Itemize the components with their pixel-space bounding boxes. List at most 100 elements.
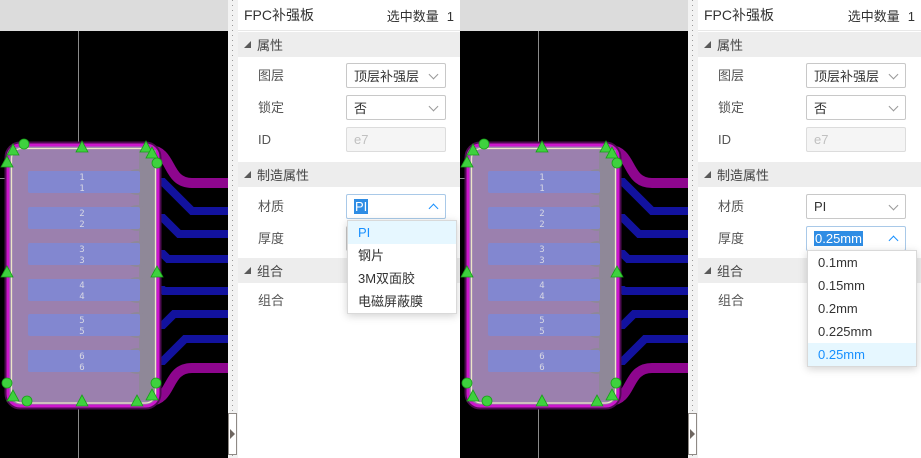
thickness-select[interactable]: 0.25mm bbox=[806, 226, 906, 251]
blue-signal-trace bbox=[616, 290, 688, 291]
pad-number-label: 2 bbox=[539, 209, 544, 219]
selected-count: 选中数量1 bbox=[387, 6, 454, 25]
selection-handle-circle[interactable] bbox=[462, 378, 472, 388]
properties-panel-right: FPC补强板 选中数量1 属性 图层 顶层补强层 锁定 否 ID e7 制造属性… bbox=[698, 0, 921, 458]
selection-handle-circle[interactable] bbox=[611, 378, 621, 388]
pcb-drawing: 112233445566 bbox=[460, 0, 688, 458]
id-input: e7 bbox=[806, 127, 906, 152]
chevron-down-icon bbox=[889, 69, 899, 79]
pad-number-label: 3 bbox=[79, 245, 84, 255]
thickness-label: 厚度 bbox=[258, 226, 284, 251]
selection-handle-circle[interactable] bbox=[22, 396, 32, 406]
blue-signal-trace bbox=[156, 254, 228, 259]
section-properties[interactable]: 属性 bbox=[698, 32, 921, 57]
panel-resize-gutter-left[interactable] bbox=[228, 0, 238, 458]
blue-signal-trace bbox=[156, 218, 228, 234]
material-select[interactable]: PI bbox=[806, 194, 906, 219]
layer-label: 图层 bbox=[718, 63, 744, 88]
pcb-canvas-left[interactable]: 112233445566 bbox=[0, 0, 228, 458]
pad-number-label: 5 bbox=[539, 316, 544, 326]
selection-handle-circle[interactable] bbox=[19, 139, 29, 149]
pad-net-label: 4 bbox=[79, 292, 84, 302]
pad-net-label: 5 bbox=[539, 327, 544, 337]
pad-net-label: 2 bbox=[79, 220, 84, 230]
pad-net-label: 6 bbox=[539, 363, 544, 373]
pad-net-label: 5 bbox=[79, 327, 84, 337]
lock-select[interactable]: 否 bbox=[806, 95, 906, 120]
material-label: 材质 bbox=[718, 194, 744, 219]
chevron-up-icon bbox=[429, 203, 439, 213]
id-input: e7 bbox=[346, 127, 446, 152]
pad-number-label: 4 bbox=[539, 281, 544, 291]
section-manufacture[interactable]: 制造属性 bbox=[698, 162, 921, 187]
panel-collapse-grip[interactable] bbox=[228, 413, 237, 455]
chevron-down-icon bbox=[889, 101, 899, 111]
lock-label: 锁定 bbox=[718, 95, 744, 120]
group-label: 组合 bbox=[718, 288, 744, 313]
layer-select[interactable]: 顶层补强层 bbox=[806, 63, 906, 88]
blue-signal-trace bbox=[156, 339, 228, 361]
selection-handle-circle[interactable] bbox=[479, 139, 489, 149]
chevron-up-icon bbox=[889, 235, 899, 245]
section-properties[interactable]: 属性 bbox=[238, 32, 460, 57]
pcb-drawing: 112233445566 bbox=[0, 0, 228, 458]
layer-select[interactable]: 顶层补强层 bbox=[346, 63, 446, 88]
canvas-toolbar-strip bbox=[0, 0, 228, 31]
pcb-canvas-right[interactable]: 112233445566 bbox=[460, 0, 688, 458]
dropdown-option[interactable]: 0.1mm bbox=[808, 251, 916, 274]
collapse-arrow-icon bbox=[230, 429, 235, 439]
selection-handle-circle[interactable] bbox=[152, 158, 162, 168]
panel-title: FPC补强板 bbox=[704, 5, 774, 25]
selection-handle-circle[interactable] bbox=[2, 378, 12, 388]
blue-signal-trace bbox=[156, 314, 228, 325]
thickness-dropdown: 0.1mm 0.15mm 0.2mm 0.225mm 0.25mm bbox=[807, 250, 917, 367]
selected-count: 选中数量1 bbox=[848, 6, 915, 25]
collapse-arrow-icon bbox=[690, 429, 695, 439]
pad-number-label: 4 bbox=[79, 281, 84, 291]
material-dropdown: PI 钢片 3M双面胶 电磁屏蔽膜 bbox=[347, 220, 457, 314]
chevron-down-icon bbox=[889, 200, 899, 210]
id-label: ID bbox=[718, 127, 731, 152]
panel-collapse-grip[interactable] bbox=[688, 413, 697, 455]
canvas-toolbar-strip bbox=[460, 0, 688, 31]
panel-header: FPC补强板 选中数量1 bbox=[698, 0, 921, 31]
gutter-dotted-line bbox=[692, 0, 693, 458]
pad-number-label: 6 bbox=[79, 352, 84, 362]
collapse-triangle-icon bbox=[244, 267, 251, 274]
dropdown-option[interactable]: 0.15mm bbox=[808, 274, 916, 297]
collapse-triangle-icon bbox=[244, 41, 251, 48]
selection-handle-circle[interactable] bbox=[151, 378, 161, 388]
chevron-down-icon bbox=[429, 101, 439, 111]
lock-select[interactable]: 否 bbox=[346, 95, 446, 120]
pad-net-label: 1 bbox=[539, 184, 544, 194]
dropdown-option[interactable]: 电磁屏蔽膜 bbox=[348, 290, 456, 313]
pad-net-label: 3 bbox=[79, 256, 84, 266]
selection-handle-circle[interactable] bbox=[482, 396, 492, 406]
dropdown-option[interactable]: 钢片 bbox=[348, 244, 456, 267]
pad-number-label: 1 bbox=[79, 173, 84, 183]
dropdown-option[interactable]: 3M双面胶 bbox=[348, 267, 456, 290]
chevron-down-icon bbox=[429, 69, 439, 79]
magenta-trace-bottom bbox=[610, 368, 688, 401]
section-manufacture[interactable]: 制造属性 bbox=[238, 162, 460, 187]
pad-net-label: 6 bbox=[79, 363, 84, 373]
blue-signal-trace bbox=[616, 314, 688, 325]
gutter-dotted-line bbox=[232, 0, 233, 458]
material-select[interactable]: PI bbox=[346, 194, 446, 219]
panel-header: FPC补强板 选中数量1 bbox=[238, 0, 460, 31]
selection-handle-circle[interactable] bbox=[612, 158, 622, 168]
material-label: 材质 bbox=[258, 194, 284, 219]
dropdown-option[interactable]: 0.25mm bbox=[808, 343, 916, 366]
dropdown-option[interactable]: 0.2mm bbox=[808, 297, 916, 320]
dropdown-option[interactable]: PI bbox=[348, 221, 456, 244]
blue-signal-trace bbox=[616, 339, 688, 361]
collapse-triangle-icon bbox=[244, 171, 251, 178]
group-label: 组合 bbox=[258, 288, 284, 313]
pad-number-label: 5 bbox=[79, 316, 84, 326]
lock-label: 锁定 bbox=[258, 95, 284, 120]
panel-title: FPC补强板 bbox=[244, 5, 314, 25]
panel-resize-gutter-right[interactable] bbox=[688, 0, 698, 458]
pad-net-label: 1 bbox=[79, 184, 84, 194]
dropdown-option[interactable]: 0.225mm bbox=[808, 320, 916, 343]
pad-net-label: 4 bbox=[539, 292, 544, 302]
